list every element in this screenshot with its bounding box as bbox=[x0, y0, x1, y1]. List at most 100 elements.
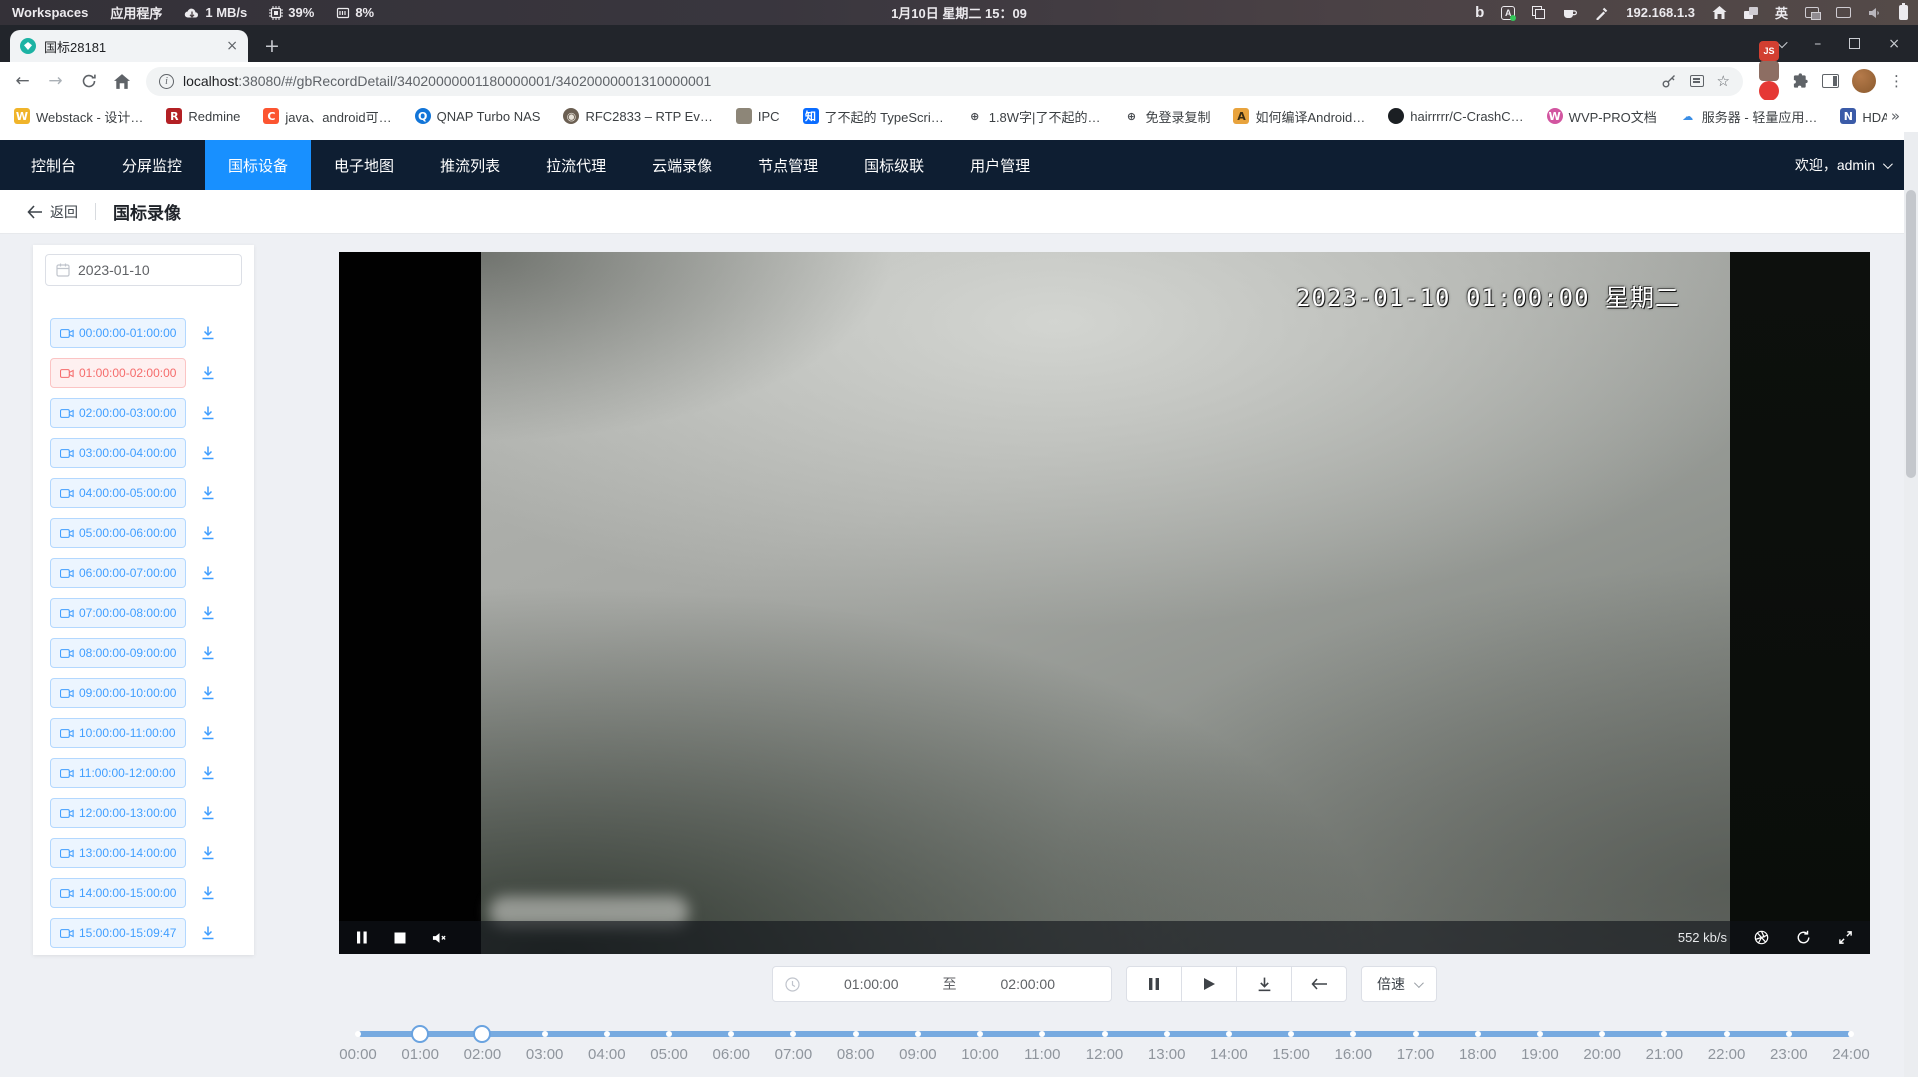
extension-icon[interactable] bbox=[1759, 61, 1779, 81]
home-tray-icon[interactable] bbox=[1712, 6, 1727, 19]
nav-tab[interactable]: 国标设备 bbox=[205, 140, 311, 190]
date-picker[interactable]: 2023-01-10 bbox=[45, 254, 242, 286]
nav-tab[interactable]: 拉流代理 bbox=[523, 140, 629, 190]
profile-avatar[interactable] bbox=[1852, 69, 1876, 93]
network-indicator[interactable]: 1 MB/s bbox=[184, 5, 247, 20]
recording-segment-button[interactable]: 15:00:00-15:09:47 bbox=[50, 918, 186, 948]
recording-segment-button[interactable]: 14:00:00-15:00:00 bbox=[50, 878, 186, 908]
bookmark-item[interactable]: hairrrrr/C-CrashC… bbox=[1388, 107, 1523, 126]
side-panel-icon[interactable] bbox=[1822, 74, 1839, 88]
recording-segment-button[interactable]: 07:00:00-08:00:00 bbox=[50, 598, 186, 628]
extension-icon[interactable]: JS bbox=[1759, 41, 1779, 61]
color-picker-icon[interactable] bbox=[1595, 6, 1609, 20]
recording-segment-button[interactable]: 08:00:00-09:00:00 bbox=[50, 638, 186, 668]
scrollbar-thumb[interactable] bbox=[1906, 190, 1916, 478]
recording-segment-button[interactable]: 11:00:00-12:00:00 bbox=[50, 758, 186, 788]
bookmark-item[interactable]: IPC bbox=[736, 107, 780, 126]
back-nav-icon[interactable]: ← bbox=[8, 67, 37, 96]
download-segment-button[interactable] bbox=[200, 685, 216, 701]
nav-tab[interactable]: 控制台 bbox=[8, 140, 99, 190]
battery-icon[interactable] bbox=[1899, 5, 1908, 20]
share-icon[interactable] bbox=[1690, 75, 1704, 87]
bookmark-item[interactable]: ☁ 服务器 - 轻量应用… bbox=[1680, 107, 1818, 126]
browser-menu-icon[interactable]: ⋮ bbox=[1889, 72, 1904, 90]
bookmark-item[interactable]: A 如何编译Android… bbox=[1233, 107, 1365, 126]
download-segment-button[interactable] bbox=[200, 925, 216, 941]
download-segment-button[interactable] bbox=[200, 445, 216, 461]
recording-segment-button[interactable]: 00:00:00-01:00:00 bbox=[50, 318, 186, 348]
window-switcher-icon[interactable] bbox=[1805, 7, 1819, 18]
extensions-puzzle-icon[interactable] bbox=[1792, 73, 1809, 90]
bookmark-item[interactable]: N HDAtmos :: 种子 *… bbox=[1840, 107, 1886, 126]
download-segment-button[interactable] bbox=[200, 805, 216, 821]
input-method-icon[interactable]: A bbox=[1501, 6, 1515, 20]
nav-tab[interactable]: 推流列表 bbox=[417, 140, 523, 190]
recording-segment-button[interactable]: 09:00:00-10:00:00 bbox=[50, 678, 186, 708]
video-player[interactable]: 2023-01-10 01:00:00 星期二 552 kb/s bbox=[339, 252, 1870, 954]
player-pause-button[interactable] bbox=[356, 931, 368, 944]
bookmark-item[interactable]: ⊕ 免登录复制 bbox=[1123, 107, 1210, 126]
download-recording-button[interactable] bbox=[1236, 966, 1292, 1002]
download-segment-button[interactable] bbox=[200, 605, 216, 621]
bookmark-item[interactable]: W Webstack - 设计… bbox=[14, 107, 143, 126]
play-button[interactable] bbox=[1181, 966, 1237, 1002]
player-refresh-button[interactable] bbox=[1796, 930, 1811, 945]
download-segment-button[interactable] bbox=[200, 525, 216, 541]
player-stop-button[interactable] bbox=[394, 932, 406, 944]
snapshot-button[interactable] bbox=[1754, 930, 1769, 945]
download-segment-button[interactable] bbox=[200, 485, 216, 501]
time-range-picker[interactable]: 01:00:00 至 02:00:00 bbox=[772, 966, 1112, 1002]
download-segment-button[interactable] bbox=[200, 405, 216, 421]
reload-icon[interactable] bbox=[74, 67, 103, 96]
download-segment-button[interactable] bbox=[200, 365, 216, 381]
bookmark-item[interactable]: R Redmine bbox=[166, 107, 240, 126]
site-info-icon[interactable]: i bbox=[159, 74, 174, 89]
download-segment-button[interactable] bbox=[200, 645, 216, 661]
fullscreen-button[interactable] bbox=[1838, 930, 1853, 945]
cpu-indicator[interactable]: 39% bbox=[269, 5, 314, 20]
bing-tray-icon[interactable]: b bbox=[1475, 4, 1484, 21]
pause-playback-button[interactable] bbox=[1126, 966, 1182, 1002]
nav-tab[interactable]: 电子地图 bbox=[311, 140, 417, 190]
browser-tab[interactable]: 国标28181 × bbox=[10, 30, 248, 62]
recording-segment-button[interactable]: 10:00:00-11:00:00 bbox=[50, 718, 186, 748]
applications-menu[interactable]: 应用程序 bbox=[110, 3, 162, 22]
speed-dropdown[interactable]: 倍速 bbox=[1361, 966, 1437, 1002]
volume-icon[interactable] bbox=[1868, 7, 1882, 19]
workspaces-tray-icon[interactable] bbox=[1744, 7, 1758, 19]
bookmark-item[interactable]: ◉ RFC2833 – RTP Ev… bbox=[563, 107, 712, 126]
workspaces-menu[interactable]: Workspaces bbox=[12, 5, 88, 20]
address-bar[interactable]: i localhost:38080/#/gbRecordDetail/34020… bbox=[146, 67, 1743, 96]
language-indicator[interactable]: 英 bbox=[1775, 3, 1788, 22]
recording-segment-button[interactable]: 04:00:00-05:00:00 bbox=[50, 478, 186, 508]
bookmarks-overflow-icon[interactable]: » bbox=[1887, 107, 1904, 125]
nav-tab[interactable]: 云端录像 bbox=[629, 140, 735, 190]
timeline-handle[interactable] bbox=[473, 1025, 491, 1043]
user-menu[interactable]: 欢迎，admin bbox=[1795, 155, 1918, 175]
tab-close-icon[interactable]: × bbox=[226, 38, 238, 54]
display-icon[interactable] bbox=[1836, 7, 1851, 18]
bookmark-item[interactable]: Q QNAP Turbo NAS bbox=[415, 107, 541, 126]
bookmark-item[interactable]: ⊕ 1.8W字|了不起的… bbox=[967, 107, 1101, 126]
nav-tab[interactable]: 节点管理 bbox=[735, 140, 841, 190]
recording-segment-button[interactable]: 06:00:00-07:00:00 bbox=[50, 558, 186, 588]
end-time-value[interactable]: 02:00:00 bbox=[957, 976, 1100, 992]
bookmark-star-icon[interactable]: ☆ bbox=[1717, 72, 1730, 90]
recording-segment-button[interactable]: 03:00:00-04:00:00 bbox=[50, 438, 186, 468]
download-segment-button[interactable] bbox=[200, 725, 216, 741]
new-tab-button[interactable]: + bbox=[264, 37, 280, 56]
nav-tab[interactable]: 分屏监控 bbox=[99, 140, 205, 190]
nav-tab[interactable]: 用户管理 bbox=[947, 140, 1053, 190]
back-button[interactable]: 返回 bbox=[27, 202, 78, 222]
recording-segment-button[interactable]: 01:00:00-02:00:00 bbox=[50, 358, 186, 388]
download-segment-button[interactable] bbox=[200, 565, 216, 581]
download-segment-button[interactable] bbox=[200, 845, 216, 861]
recording-segment-button[interactable]: 13:00:00-14:00:00 bbox=[50, 838, 186, 868]
download-segment-button[interactable] bbox=[200, 325, 216, 341]
bookmark-item[interactable]: C java、android可… bbox=[263, 107, 391, 126]
browser-scrollbar[interactable] bbox=[1904, 132, 1918, 1077]
seek-back-button[interactable] bbox=[1291, 966, 1347, 1002]
home-nav-icon[interactable] bbox=[107, 67, 136, 96]
recording-segment-button[interactable]: 02:00:00-03:00:00 bbox=[50, 398, 186, 428]
forward-nav-icon[interactable]: → bbox=[41, 67, 70, 96]
